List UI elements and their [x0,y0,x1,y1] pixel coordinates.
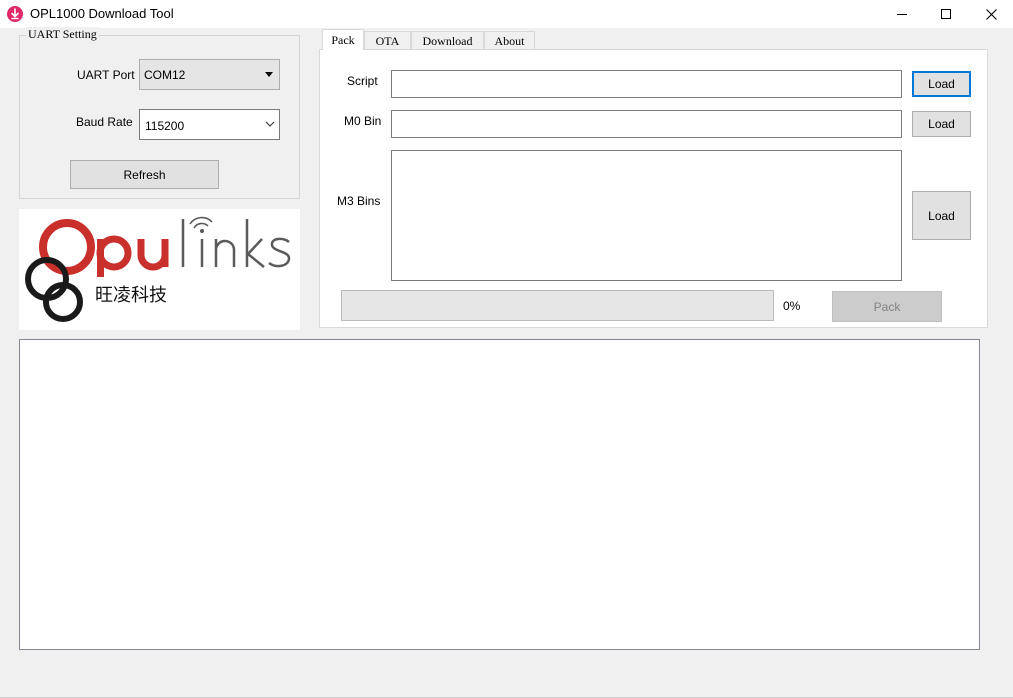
baud-rate-label: Baud Rate [76,115,133,129]
maximize-icon [941,9,951,19]
log-output-area[interactable] [19,339,980,650]
script-path-input[interactable] [391,70,902,98]
baud-rate-select[interactable]: 115200 [139,109,280,140]
load-m0-button[interactable]: Load [912,111,971,137]
tab-pack[interactable]: Pack [322,29,364,50]
m0-bin-input[interactable] [391,110,902,138]
app-download-icon [7,6,23,22]
tab-download[interactable]: Download [411,31,484,50]
load-m3-button[interactable]: Load [912,191,971,240]
logo-chinese-text: 旺凌科技 [95,285,167,306]
uart-setting-title: UART Setting [26,27,99,42]
maximize-button[interactable] [923,0,969,28]
m3-bins-label: M3 Bins [337,194,381,208]
m3-bins-list[interactable] [391,150,902,281]
m0-bin-label: M0 Bin [344,114,382,128]
opulinks-logo-image: 旺凌科技 [25,216,291,322]
window-title: OPL1000 Download Tool [30,6,174,21]
chevron-down-icon [265,121,275,127]
uart-port-select[interactable]: COM12 [139,59,280,90]
minimize-icon [897,14,907,15]
tab-about[interactable]: About [484,31,535,50]
uart-port-label: UART Port [77,68,135,82]
opulinks-logo: 旺凌科技 [19,209,300,330]
title-bar: OPL1000 Download Tool [0,0,1013,28]
refresh-button[interactable]: Refresh [70,160,219,189]
pack-button[interactable]: Pack [832,291,942,322]
tab-ota[interactable]: OTA [364,31,411,50]
dropdown-arrow-icon [265,72,273,77]
close-button[interactable] [968,0,1013,28]
baud-rate-value: 115200 [145,119,185,133]
minimize-button[interactable] [879,0,925,28]
uart-port-value: COM12 [144,68,186,82]
pack-progress-bar [341,290,774,321]
progress-percent: 0% [783,299,801,313]
script-label: Script [347,74,378,88]
load-script-button[interactable]: Load [912,71,971,97]
close-icon [985,8,997,20]
